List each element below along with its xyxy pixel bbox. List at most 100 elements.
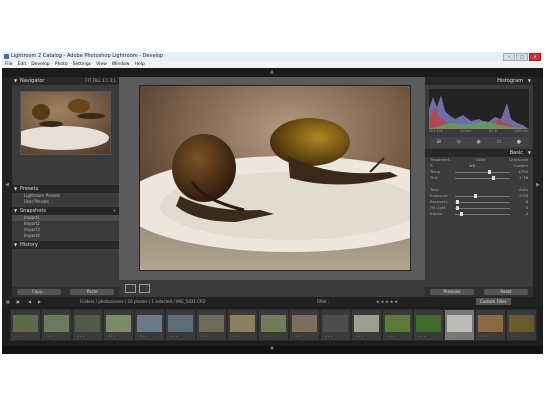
expand-triangle-icon: ▼ bbox=[527, 150, 531, 155]
expand-triangle-icon: ▼ bbox=[527, 78, 531, 83]
tint-slider[interactable]: Tint + 16 bbox=[430, 175, 528, 181]
zoom-1-1[interactable]: 1:1 bbox=[102, 78, 108, 83]
main-photo[interactable] bbox=[139, 85, 411, 271]
filmstrip-thumbnail[interactable]: • • • bbox=[444, 309, 475, 341]
presets-header[interactable]: ▼ Presets bbox=[12, 185, 119, 193]
thumbnail-image bbox=[168, 315, 193, 332]
reset-button[interactable]: Reset bbox=[484, 289, 528, 295]
paste-settings-button[interactable]: Paste bbox=[70, 289, 115, 295]
iso-readout: ISO 400 bbox=[429, 129, 444, 133]
graduated-filter-icon[interactable]: ▭ bbox=[496, 139, 501, 145]
menu-help[interactable]: Help bbox=[135, 61, 145, 68]
back-arrow-icon[interactable]: ◀ bbox=[28, 297, 31, 306]
lightroom-window: Lightroom 2 Catalog - Adobe Photoshop Li… bbox=[2, 52, 543, 354]
temp-knob[interactable] bbox=[488, 170, 491, 174]
exposure-knob[interactable] bbox=[474, 194, 477, 198]
forward-arrow-icon[interactable]: ▶ bbox=[38, 297, 41, 306]
expand-triangle-icon: ▼ bbox=[14, 242, 18, 247]
filmstrip-thumbnail[interactable]: • • • bbox=[10, 309, 41, 341]
zoom-3-1[interactable]: 3:1 bbox=[110, 78, 116, 83]
right-panel-edge[interactable]: ▶ bbox=[533, 77, 543, 297]
zoom-fit[interactable]: FIT bbox=[85, 78, 91, 83]
filmstrip-thumbnail[interactable]: • • • bbox=[72, 309, 103, 341]
filmstrip-thumbnail[interactable]: • • • bbox=[289, 309, 320, 341]
previous-button[interactable]: Previous bbox=[430, 289, 474, 295]
navigator-preview[interactable] bbox=[20, 91, 111, 155]
copy-settings-button[interactable]: Copy... bbox=[16, 289, 61, 295]
filmstrip-thumbnail[interactable]: • • • bbox=[506, 309, 537, 341]
collapse-bottom-icon[interactable]: ▼ bbox=[270, 346, 274, 352]
red-eye-icon[interactable]: ◉ bbox=[477, 139, 481, 145]
filmstrip-thumbnail[interactable]: • • • bbox=[258, 309, 289, 341]
snapshot-item[interactable]: Import4 bbox=[12, 233, 119, 239]
grid-view-icon[interactable]: ▦ bbox=[6, 297, 10, 306]
rating-dots-icon: • • • bbox=[356, 334, 364, 338]
left-panel-edge[interactable]: ◀ bbox=[2, 77, 12, 297]
thumbnail-image bbox=[75, 315, 100, 332]
menu-edit[interactable]: Edit bbox=[18, 61, 27, 68]
rating-dots-icon: • • • bbox=[15, 334, 23, 338]
filmstrip-thumbnail[interactable]: • • • bbox=[41, 309, 72, 341]
history-header[interactable]: ▼ History bbox=[12, 241, 119, 249]
fill-light-knob[interactable] bbox=[456, 206, 459, 210]
filmstrip-thumbnail[interactable]: • • • bbox=[196, 309, 227, 341]
filmstrip-thumbnail[interactable]: • • • bbox=[413, 309, 444, 341]
right-panel: Histogram ▼ ISO 400 35mm f/2.8 1/60 sec … bbox=[425, 77, 533, 297]
collapse-top-icon[interactable]: ▲ bbox=[270, 69, 274, 75]
rating-dots-icon: • • • bbox=[46, 334, 54, 338]
tint-label: Tint bbox=[430, 175, 438, 180]
blacks-slider[interactable]: Blacks 5 bbox=[430, 211, 528, 217]
snapshots-header[interactable]: ▼ Snapshots + bbox=[12, 207, 119, 215]
thumbnail-image bbox=[354, 315, 379, 332]
menu-view[interactable]: View bbox=[96, 61, 107, 68]
expand-triangle-icon: ▼ bbox=[14, 78, 18, 83]
spot-removal-icon[interactable]: ◎ bbox=[457, 139, 461, 145]
filmstrip-thumbnail[interactable]: • • • bbox=[227, 309, 258, 341]
blacks-knob[interactable] bbox=[460, 212, 463, 216]
menu-photo[interactable]: Photo bbox=[55, 61, 68, 68]
before-after-icon[interactable] bbox=[139, 284, 150, 293]
history-title: History bbox=[20, 242, 38, 248]
minimize-button[interactable]: – bbox=[503, 53, 515, 61]
rating-filter-stars-icon[interactable]: ★★★★★ bbox=[376, 297, 399, 306]
filmstrip-thumbnail[interactable]: • • • bbox=[134, 309, 165, 341]
thumbnail-image bbox=[385, 315, 410, 332]
tint-value[interactable]: + 16 bbox=[519, 175, 528, 181]
navigator-preview-image bbox=[21, 92, 110, 154]
menu-settings[interactable]: Settings bbox=[73, 61, 91, 68]
close-button[interactable]: × bbox=[529, 53, 541, 61]
menu-window[interactable]: Window bbox=[112, 61, 130, 68]
blacks-value[interactable]: 5 bbox=[526, 211, 528, 217]
loupe-view-icon[interactable] bbox=[125, 284, 136, 293]
rating-dots-icon: • • • bbox=[294, 334, 302, 338]
navigator-header[interactable]: ▼ Navigator FIT FILL 1:1 3:1 bbox=[12, 77, 119, 85]
rating-dots-icon: • • • bbox=[139, 334, 147, 338]
preset-folder-user[interactable]: User Presets bbox=[12, 199, 119, 205]
aperture-readout: f/2.8 bbox=[488, 129, 497, 133]
crop-icon[interactable]: ⊞ bbox=[437, 139, 441, 145]
source-path[interactable]: Folders / photoscenes / 16 photos / 1 se… bbox=[80, 297, 205, 306]
add-snapshot-icon[interactable]: + bbox=[113, 207, 116, 215]
filmstrip-thumbnail[interactable]: • • • bbox=[103, 309, 134, 341]
collapse-right-icon: ▶ bbox=[536, 182, 540, 188]
filmstrip-thumbnail[interactable]: • • • bbox=[165, 309, 196, 341]
right-panel-buttons: Previous Reset bbox=[425, 287, 533, 297]
second-window-icon[interactable]: ▣ bbox=[16, 297, 20, 306]
histogram-graph[interactable] bbox=[429, 89, 529, 129]
filmstrip-thumbnail[interactable]: • • • bbox=[320, 309, 351, 341]
filmstrip-thumbnail[interactable]: • • • bbox=[351, 309, 382, 341]
basic-header[interactable]: Basic ▼ bbox=[425, 149, 533, 157]
rating-dots-icon: • • • bbox=[387, 334, 395, 338]
tint-knob[interactable] bbox=[492, 176, 495, 180]
recovery-knob[interactable] bbox=[456, 200, 459, 204]
histogram-header[interactable]: Histogram ▼ bbox=[425, 77, 533, 85]
maximize-button[interactable]: □ bbox=[516, 53, 528, 61]
menu-develop[interactable]: Develop bbox=[31, 61, 50, 68]
adjustment-brush-icon[interactable]: ● bbox=[517, 139, 521, 145]
zoom-fill[interactable]: FILL bbox=[93, 78, 101, 83]
menu-file[interactable]: File bbox=[5, 61, 13, 68]
custom-filter-select[interactable]: Custom Filter bbox=[476, 298, 511, 305]
filmstrip-thumbnail[interactable]: • • • bbox=[382, 309, 413, 341]
collapse-left-icon: ◀ bbox=[5, 182, 9, 188]
filmstrip-thumbnail[interactable]: • • • bbox=[475, 309, 506, 341]
